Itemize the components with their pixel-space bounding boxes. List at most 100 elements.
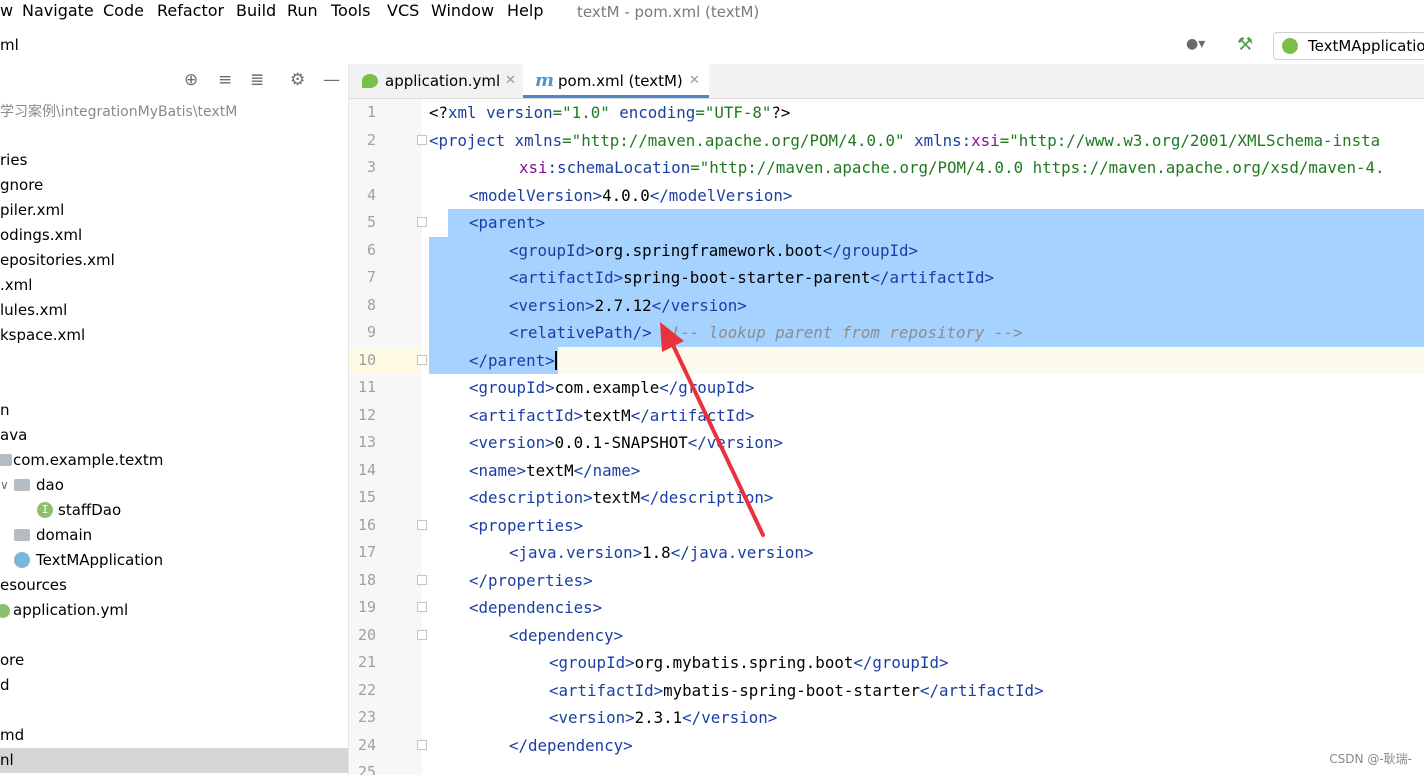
tree-item-label: dao — [36, 476, 64, 494]
menu-window[interactable]: Window — [431, 1, 494, 21]
tree-item[interactable]: kspace.xml — [0, 323, 348, 348]
tree-item[interactable]: .xml — [0, 273, 348, 298]
tree-item[interactable]: epositories.xml — [0, 248, 348, 273]
interface-icon: I — [37, 502, 53, 518]
code-line: 22 <artifactId>mybatis-spring-boot-start… — [349, 677, 1424, 705]
tab-label: application.yml — [385, 72, 501, 90]
code-line: 3 xsi:schemaLocation="http://maven.apach… — [349, 154, 1424, 182]
tree-item-application[interactable]: TextMApplication — [0, 548, 348, 573]
hide-icon[interactable]: — — [323, 70, 340, 90]
fold-marker-icon[interactable] — [417, 354, 427, 365]
tree-item-label: odings.xml — [0, 226, 83, 244]
code-line: 18 </properties> — [349, 567, 1424, 595]
tree-item[interactable]: ore — [0, 648, 348, 673]
text-caret — [554, 350, 557, 370]
code-line: 11 <groupId>com.example</groupId> — [349, 374, 1424, 402]
tab-pom-xml[interactable]: m pom.xml (textM) ✕ — [523, 64, 709, 98]
tree-item[interactable]: lules.xml — [0, 298, 348, 323]
fold-marker-icon[interactable] — [417, 739, 427, 750]
code-text: <project xmlns="http://maven.apache.org/… — [429, 130, 1381, 150]
code-line: 15 <description>textM</description> — [349, 484, 1424, 512]
close-icon[interactable]: ✕ — [505, 64, 516, 98]
fold-marker-icon[interactable] — [417, 629, 427, 640]
tree-item[interactable]: gnore — [0, 173, 348, 198]
menu-vcs[interactable]: VCS — [387, 1, 419, 21]
code-line: 23 <version>2.3.1</version> — [349, 704, 1424, 732]
fold-marker-icon[interactable] — [417, 574, 427, 585]
hammer-icon[interactable]: ⚒ — [1237, 34, 1253, 55]
line-number: 20 — [357, 625, 376, 644]
code-text: <description>textM</description> — [469, 488, 774, 507]
tree-item[interactable]: ava — [0, 423, 348, 448]
tree-item-domain[interactable]: domain — [0, 523, 348, 548]
code-text: <properties> — [469, 515, 584, 535]
code-line: 13 <version>0.0.1-SNAPSHOT</version> — [349, 429, 1424, 457]
menu-tools[interactable]: Tools — [331, 1, 370, 21]
spring-boot-icon — [1282, 38, 1298, 54]
tree-item[interactable]: ries — [0, 148, 348, 173]
spring-leaf-icon — [362, 74, 378, 88]
code-text: <java.version>1.8</java.version> — [509, 543, 814, 562]
tree-item-label: kspace.xml — [0, 326, 86, 344]
tree-item-package[interactable]: com.example.textm — [0, 448, 348, 473]
menu-code[interactable]: Code — [103, 1, 144, 21]
code-editor[interactable]: 1 <?xml version="1.0" encoding="UTF-8"?>… — [349, 99, 1424, 775]
tree-item-label: domain — [36, 526, 93, 544]
menu-help[interactable]: Help — [507, 1, 543, 21]
chevron-down-icon[interactable]: ∨ — [0, 473, 9, 498]
expand-all-icon[interactable]: ≡ — [218, 70, 232, 90]
tree-item-label: piler.xml — [0, 201, 65, 219]
editor-tab-bar: application.yml ✕ m pom.xml (textM) ✕ — [349, 64, 1424, 99]
code-line: 2 <project xmlns="http://maven.apache.or… — [349, 127, 1424, 155]
code-line: 19 <dependencies> — [349, 594, 1424, 622]
code-line: 16 <properties> — [349, 512, 1424, 540]
code-line: 8 <version>2.7.12</version> — [349, 292, 1424, 320]
tree-item[interactable]: piler.xml — [0, 198, 348, 223]
fold-marker-icon[interactable] — [417, 602, 427, 612]
tree-item-label: ore — [0, 651, 25, 669]
fold-marker-icon[interactable] — [417, 217, 427, 227]
tree-item[interactable]: n — [0, 398, 348, 423]
tree-item-dao[interactable]: ∨ dao — [0, 473, 348, 498]
close-icon[interactable]: ✕ — [689, 64, 700, 98]
code-line: 5 <parent> — [349, 209, 1424, 237]
tree-item[interactable]: d — [0, 673, 348, 698]
collapse-all-icon[interactable]: ≣ — [250, 70, 264, 90]
code-text: <version>2.3.1</version> — [549, 708, 778, 727]
tree-item[interactable]: esources — [0, 573, 348, 598]
menu-refactor[interactable]: Refactor — [157, 1, 224, 21]
code-text: <relativePath/> <!-- lookup parent from … — [509, 323, 1023, 342]
locate-icon[interactable]: ⊕ — [184, 70, 198, 90]
tab-application-yml[interactable]: application.yml ✕ — [349, 64, 523, 98]
line-number: 21 — [357, 653, 376, 671]
project-label[interactable]: ml — [0, 36, 19, 54]
tree-item-label: ries — [0, 151, 28, 169]
line-number: 3 — [366, 158, 376, 176]
menu-view[interactable]: w — [0, 1, 13, 21]
line-number: 15 — [357, 488, 376, 506]
account-icon[interactable]: ●▾ — [1186, 36, 1205, 52]
tree-item-label: application.yml — [13, 601, 129, 619]
run-config-dropdown[interactable]: TextMApplicatio — [1273, 32, 1424, 60]
project-panel: ⊕ ≡ ≣ ⚙ — 学习案例\integrationMyBatis\textM … — [0, 64, 349, 775]
gear-icon[interactable]: ⚙ — [290, 70, 305, 90]
tree-item-label: .xml — [0, 276, 33, 294]
tree-item[interactable]: odings.xml — [0, 223, 348, 248]
package-icon — [14, 529, 30, 541]
menu-navigate[interactable]: Navigate — [22, 1, 94, 21]
tree-item-yml[interactable]: application.yml — [0, 598, 348, 623]
fold-marker-icon[interactable] — [417, 519, 427, 530]
line-number: 12 — [357, 405, 376, 424]
menu-run[interactable]: Run — [287, 1, 318, 21]
code-line: 20 <dependency> — [349, 622, 1424, 650]
tree-item-label: d — [0, 676, 10, 694]
tree-item-staffdao[interactable]: I staffDao — [0, 498, 348, 523]
code-text: <groupId>com.example</groupId> — [469, 378, 755, 397]
tree-item-label: staffDao — [58, 501, 122, 519]
code-text: <groupId>org.springframework.boot</group… — [509, 240, 918, 260]
tree-item-selected[interactable]: nl — [0, 748, 348, 773]
code-line: 4 <modelVersion>4.0.0</modelVersion> — [349, 182, 1424, 210]
fold-marker-icon[interactable] — [417, 134, 427, 145]
menu-build[interactable]: Build — [236, 1, 276, 21]
tree-item[interactable]: md — [0, 723, 348, 748]
